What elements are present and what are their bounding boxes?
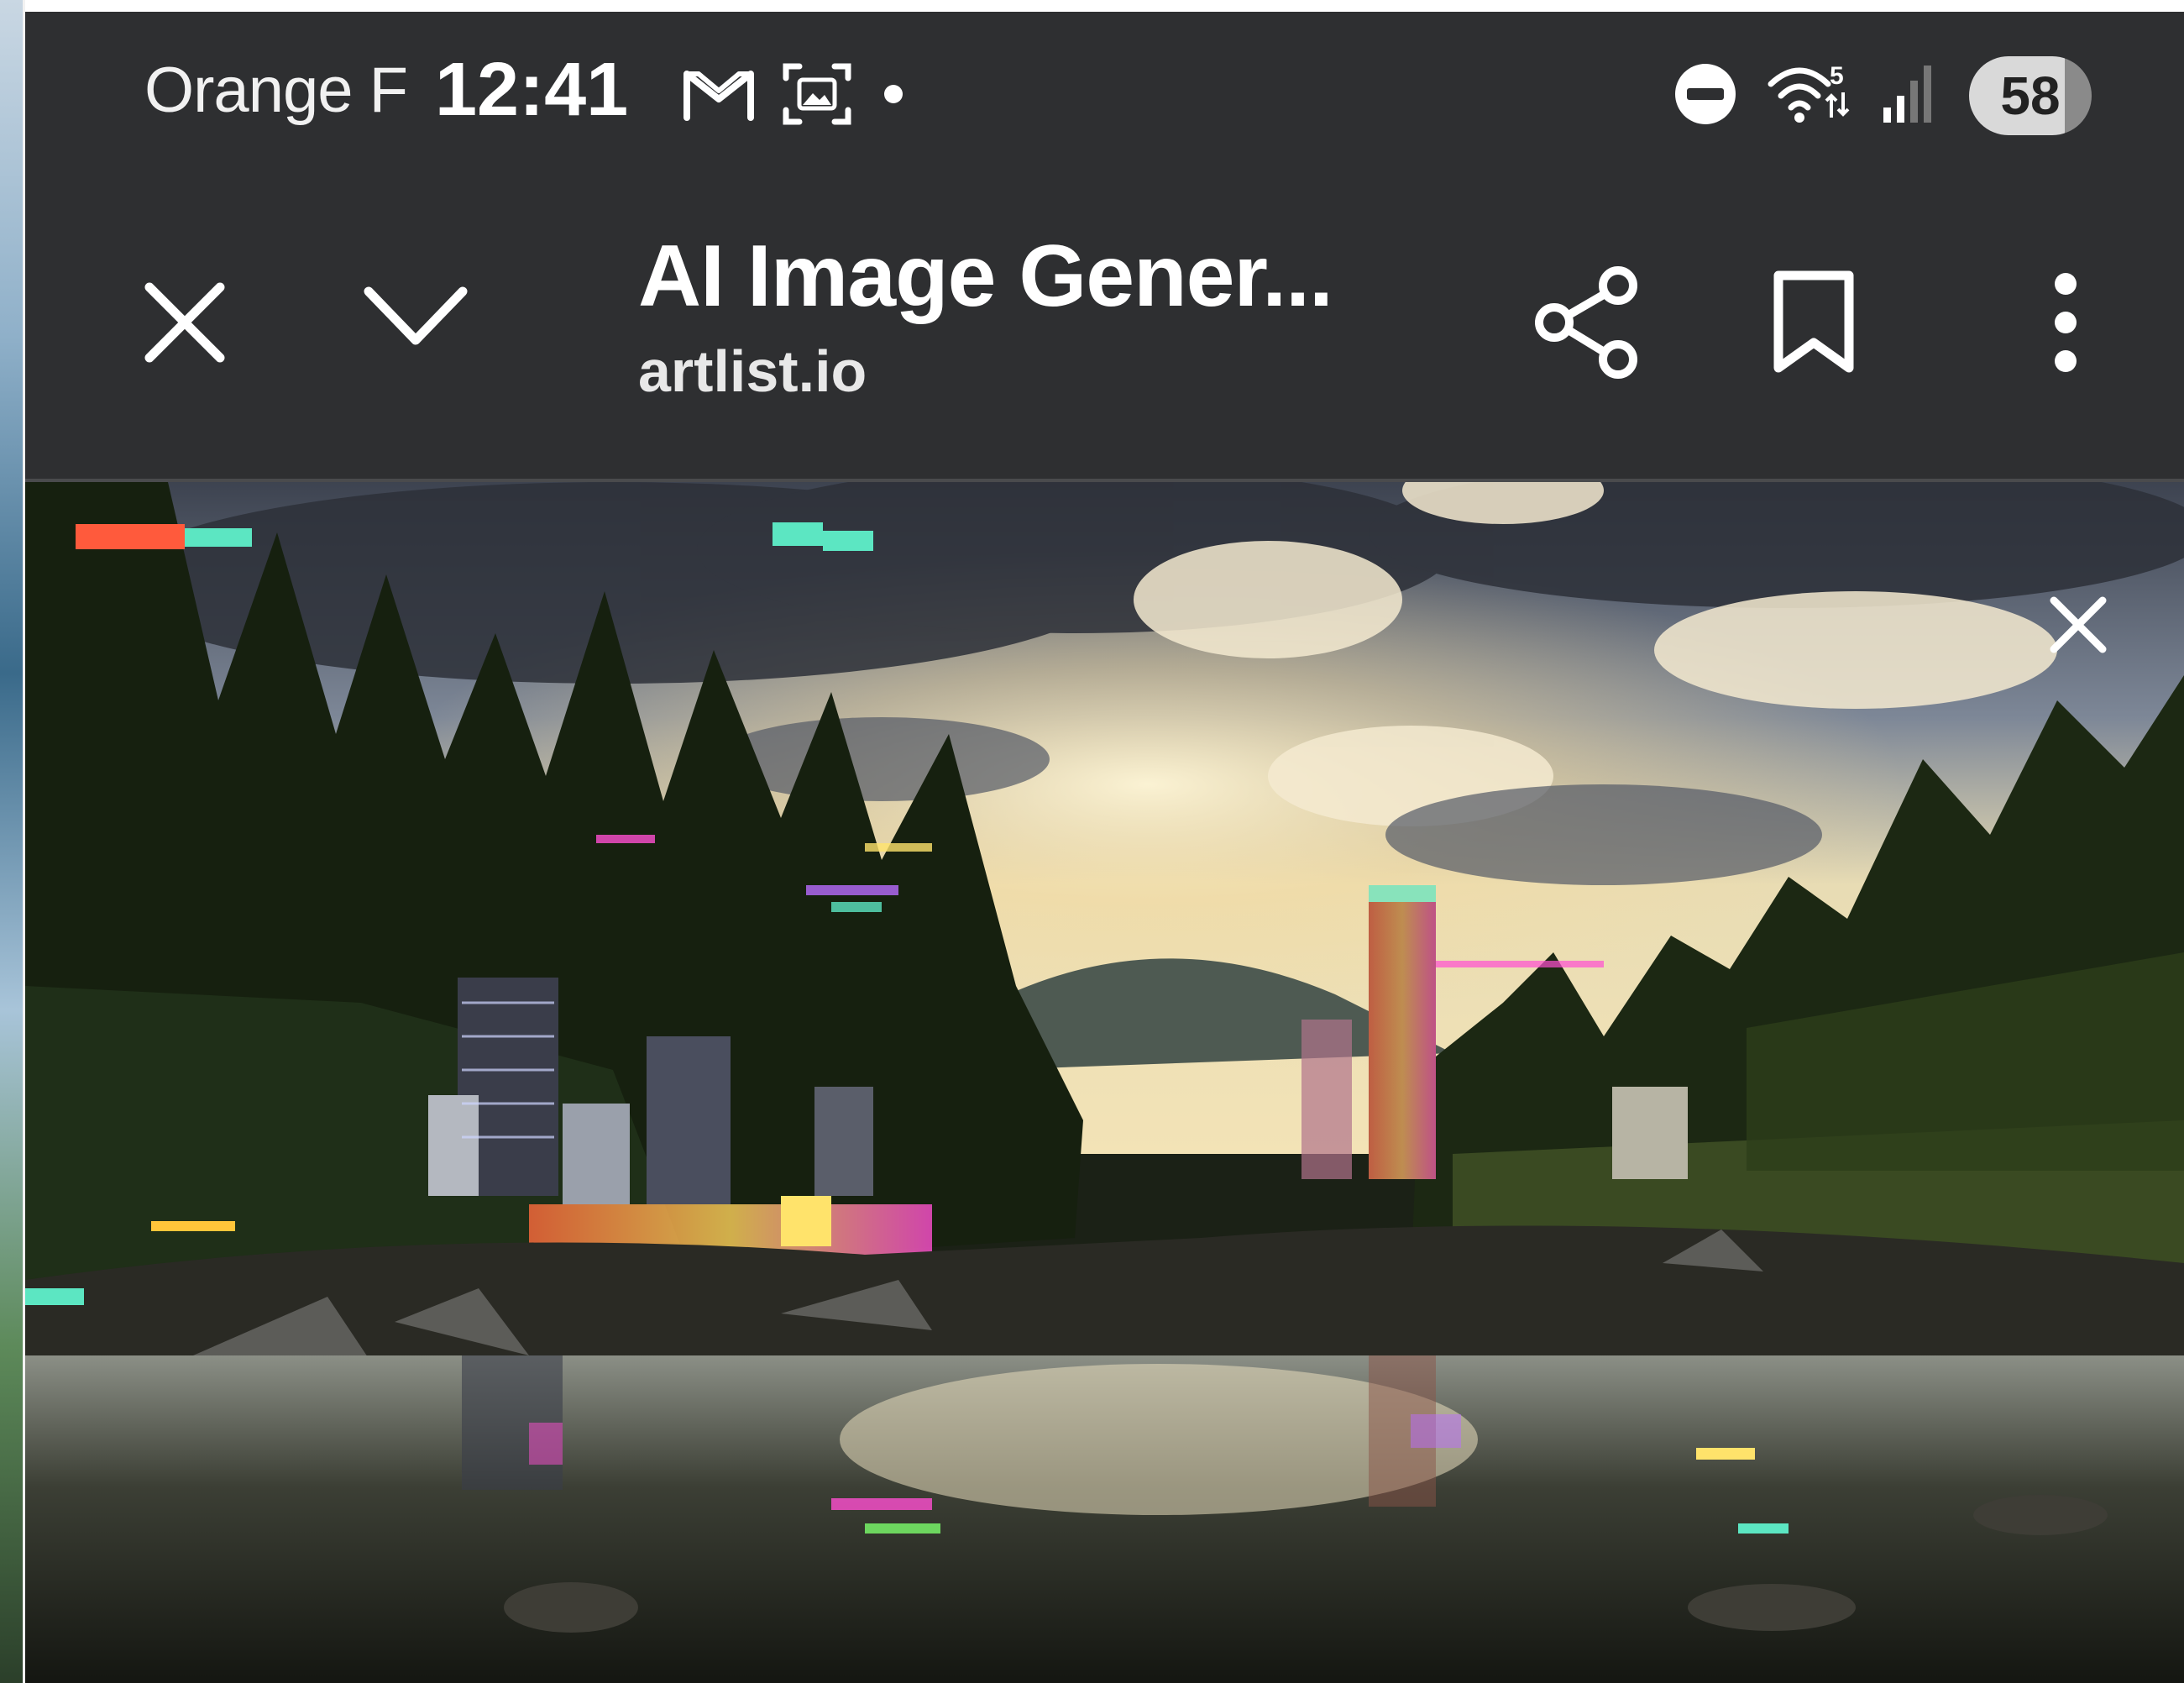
- close-icon: [2050, 596, 2107, 653]
- more-options-button[interactable]: [2007, 255, 2124, 390]
- do-not-disturb-icon: [1672, 60, 1739, 132]
- battery-indicator: 58: [1969, 56, 2092, 135]
- background-app-edge: [0, 0, 25, 1683]
- carrier-name: Orange F: [144, 55, 408, 126]
- svg-text:5: 5: [1830, 62, 1844, 90]
- page-url: artlist.io: [638, 338, 867, 404]
- system-status-icons: 5 58: [1672, 54, 2092, 138]
- custom-tab-toolbar: AI Image Gener... artlist.io: [25, 180, 2184, 479]
- close-tab-button[interactable]: [126, 264, 244, 381]
- screen-top-border: [25, 0, 2184, 12]
- screenshot-icon: [781, 60, 853, 133]
- status-clock: 12:41: [435, 48, 629, 132]
- share-button[interactable]: [1520, 255, 1654, 390]
- tab-title-block[interactable]: AI Image Gener... artlist.io: [638, 227, 1478, 404]
- cell-signal-icon: [1880, 60, 1940, 132]
- share-icon: [1535, 266, 1637, 379]
- more-vert-icon: [2055, 273, 2077, 372]
- bookmark-icon: [1773, 270, 1854, 373]
- page-content: [25, 482, 2184, 1683]
- bookmark-button[interactable]: [1755, 255, 1872, 390]
- wifi-5-icon: 5: [1768, 59, 1851, 134]
- minimize-tab-button[interactable]: [348, 260, 483, 377]
- chevron-down-icon: [364, 286, 468, 345]
- dot-indicator-icon: [877, 77, 910, 115]
- close-icon: [144, 282, 225, 363]
- generated-image: [25, 482, 2184, 1683]
- dismiss-overlay-button[interactable]: [2032, 579, 2124, 671]
- status-bar: Orange F 12:41 5 58: [25, 12, 2184, 180]
- browser-custom-tab-screen: Orange F 12:41 5 58 AI Image Gener... ar…: [0, 0, 2184, 1683]
- notification-icons: [680, 62, 910, 129]
- page-title: AI Image Gener...: [638, 228, 1333, 325]
- gmail-icon: [680, 64, 757, 128]
